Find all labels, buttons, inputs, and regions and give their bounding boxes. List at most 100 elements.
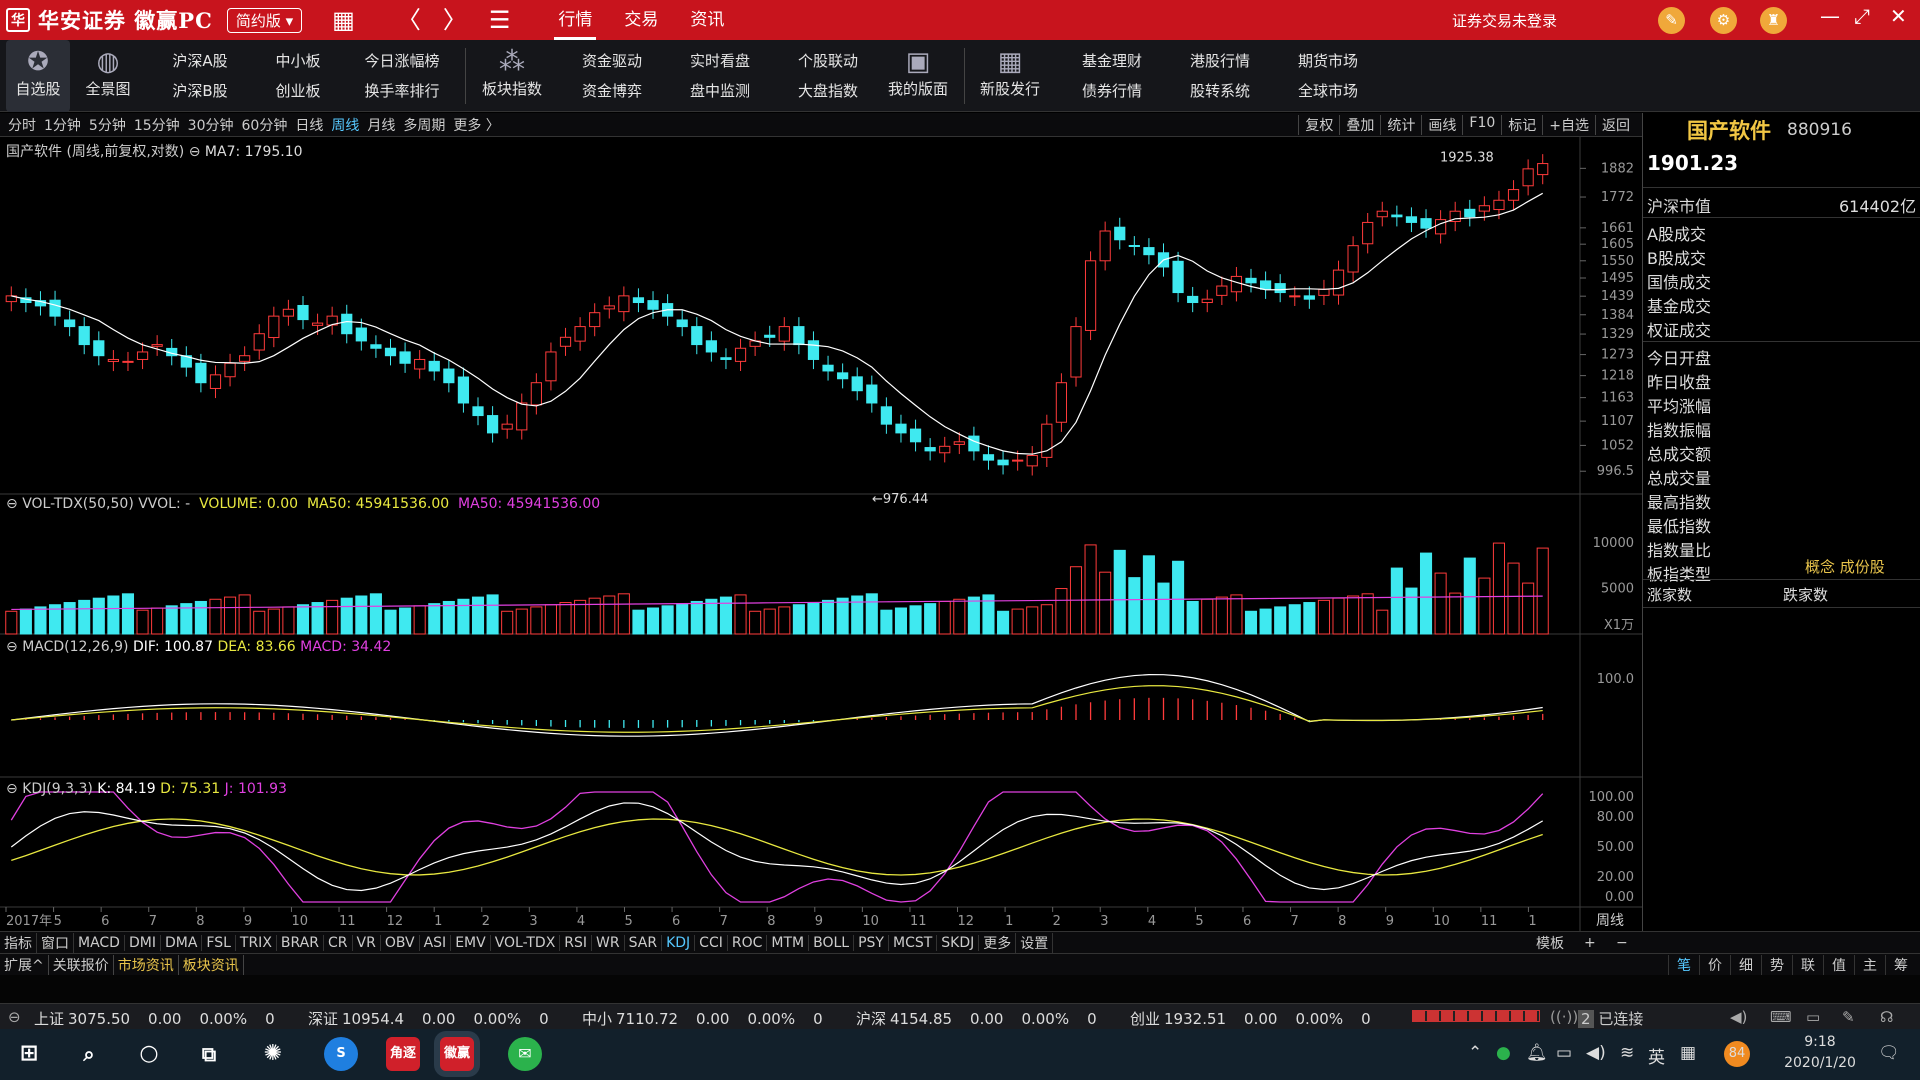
indicator-tab[interactable]: DMI [125,934,161,951]
turnover-rank-button[interactable]: 换手率排行 [356,76,448,106]
detail-tab[interactable]: 价 [1699,955,1730,975]
ticker-item[interactable]: 沪深 4154.85 0.00 0.00% 0 [856,1008,1115,1029]
indicator-tab[interactable]: RSI [560,934,593,951]
template-button[interactable]: 模板 [1536,933,1564,953]
wechat-icon[interactable]: ✉ [508,1037,542,1071]
mark-button[interactable]: 标记 [1501,115,1542,135]
detail-tab[interactable]: 笔 [1668,955,1699,975]
period-tab[interactable]: 日线 [295,115,323,135]
ticker-item[interactable]: 中小 7110.72 0.00 0.00% 0 [582,1008,841,1029]
remove-indicator-button[interactable]: − [1616,935,1628,951]
period-tab-more[interactable]: 更多 〉 [453,115,499,135]
period-tab[interactable]: 5分钟 [89,115,126,135]
grid-menu-icon[interactable]: ▦ [332,0,355,40]
indicator-tab[interactable]: ASI [420,934,452,951]
ticker-item[interactable]: 上证 3075.50 0.00 0.00% 0 [34,1008,293,1029]
neeq-button[interactable]: 股转系统 [1178,76,1262,106]
ticker-toggle-icon[interactable]: ⊖ [8,1008,21,1026]
app-jiaozhu[interactable]: 角逐 [386,1037,420,1071]
sector-news-tab[interactable]: 板块资讯 [179,954,244,975]
sogou-icon[interactable]: S [324,1037,358,1071]
indicator-tab[interactable]: PSY [854,934,889,951]
hk-stock-button[interactable]: 港股行情 [1178,46,1262,76]
stats-button[interactable]: 统计 [1380,115,1421,135]
adjust-button[interactable]: 复权 [1298,115,1339,135]
ime-grid-icon[interactable]: ▦ [1680,1043,1696,1063]
favorites-button[interactable]: ✪ 自选股 [6,40,70,112]
stock-link-button[interactable]: 个股联动 [788,46,868,76]
indicator-tab[interactable]: KDJ [662,934,696,951]
ticker-item[interactable]: 创业 1932.51 0.00 0.00% 0 [1130,1008,1389,1029]
sme-board-button[interactable]: 中小板 [262,46,334,76]
tool-icon[interactable]: ✎ [1658,7,1685,34]
battery-icon[interactable]: ▭ [1556,1043,1572,1063]
ime-indicator[interactable]: 英 [1648,1043,1665,1068]
period-tab[interactable]: 多周期 [403,115,445,135]
headset-icon[interactable]: ☊ [1880,1008,1893,1026]
ticker-item[interactable]: 深证 10954.4 0.00 0.00% 0 [308,1008,567,1029]
indicator-tab[interactable]: SAR [625,934,663,951]
login-status[interactable]: 证券交易未登录 [1452,10,1557,31]
overlay-button[interactable]: 叠加 [1339,115,1380,135]
edition-dropdown[interactable]: 简约版 ▾ [226,7,303,33]
cortana-icon[interactable]: ○ [132,1037,166,1071]
add-favorite-button[interactable]: +自选 [1542,115,1595,135]
speaker-icon[interactable]: ◀) [1730,1008,1747,1026]
tray-arrow-icon[interactable]: ⌃ [1468,1043,1482,1063]
ipo-button[interactable]: ▦ 新股发行 [972,40,1048,112]
top-gainers-button[interactable]: 今日涨幅榜 [356,46,448,76]
gear-icon[interactable]: ⚙ [1710,7,1737,34]
period-tab[interactable]: 30分钟 [188,115,234,135]
market-news-tab[interactable]: 市场资讯 [114,954,179,975]
indicator-tab[interactable]: EMV [451,934,491,951]
indicator-tab[interactable]: OBV [381,934,420,951]
pinwheel-app-icon[interactable]: ✺ [256,1037,290,1071]
indicator-tab[interactable]: 指标 [0,932,37,953]
indicator-tab[interactable]: BOLL [809,934,855,951]
global-market-button[interactable]: 全球市场 [1286,76,1370,106]
close-icon[interactable]: ✕ [1890,4,1907,28]
expand-tab[interactable]: 扩展^ [0,954,49,975]
indicator-tab[interactable]: 更多 [979,932,1017,953]
detail-tab[interactable]: 势 [1761,955,1792,975]
indicator-tab[interactable]: DMA [161,934,203,951]
minimize-icon[interactable]: — [1820,4,1840,28]
task-view-icon[interactable]: ⧉ [192,1037,226,1071]
futures-button[interactable]: 期货市场 [1286,46,1370,76]
indicator-tab[interactable]: BRAR [277,934,324,951]
overview-button[interactable]: ◍ 全景图 [76,40,140,112]
period-tab[interactable]: 分时 [8,115,36,135]
notification-icon[interactable]: 🗨︎ [1878,1043,1900,1063]
bell-icon[interactable]: 🔔︎ [1526,1043,1548,1063]
detail-tab[interactable]: 筹 [1885,955,1916,975]
period-tab[interactable]: 月线 [367,115,395,135]
capital-drive-button[interactable]: 资金驱动 [572,46,652,76]
my-layout-button[interactable]: ▣ 我的版面 [880,40,956,112]
period-tab-weekly[interactable]: 周线 [331,115,359,135]
add-indicator-button[interactable]: + [1584,935,1596,951]
return-button[interactable]: 返回 [1595,115,1636,135]
volume-icon[interactable]: ◀) [1586,1043,1606,1063]
forward-arrow-icon[interactable]: 〉 [443,0,467,40]
search-icon[interactable]: ⌕ [72,1037,106,1071]
period-tab[interactable]: 60分钟 [242,115,288,135]
wifi-icon[interactable]: ≋ [1620,1043,1634,1063]
shirt-skin-icon[interactable]: ♜ [1760,7,1787,34]
period-tab[interactable]: 1分钟 [44,115,81,135]
indicator-tab[interactable]: 设置 [1016,932,1054,953]
indicator-tab[interactable]: MTM [767,934,810,951]
chart-area[interactable]: 1882 1772 1661 1605 1550 1495 1439 1384 1329 1273… [0,137,1642,937]
market-index-button[interactable]: 大盘指数 [788,76,868,106]
back-arrow-icon[interactable]: 〈 [397,0,421,40]
hamburger-menu-icon[interactable]: ☰ [489,0,511,40]
detail-tab[interactable]: 主 [1854,955,1885,975]
gem-board-button[interactable]: 创业板 [262,76,334,106]
tray-wechat-icon[interactable]: ● [1496,1043,1511,1063]
indicator-tab[interactable]: CCI [695,934,728,951]
detail-tab[interactable]: 联 [1792,955,1823,975]
realtime-watch-button[interactable]: 实时看盘 [680,46,760,76]
screen-icon[interactable]: ▭ [1806,1008,1820,1026]
menu-trade[interactable]: 交易 [608,0,674,40]
indicator-tab[interactable]: CR [324,934,353,951]
indicator-tab[interactable]: 窗口 [37,932,74,953]
